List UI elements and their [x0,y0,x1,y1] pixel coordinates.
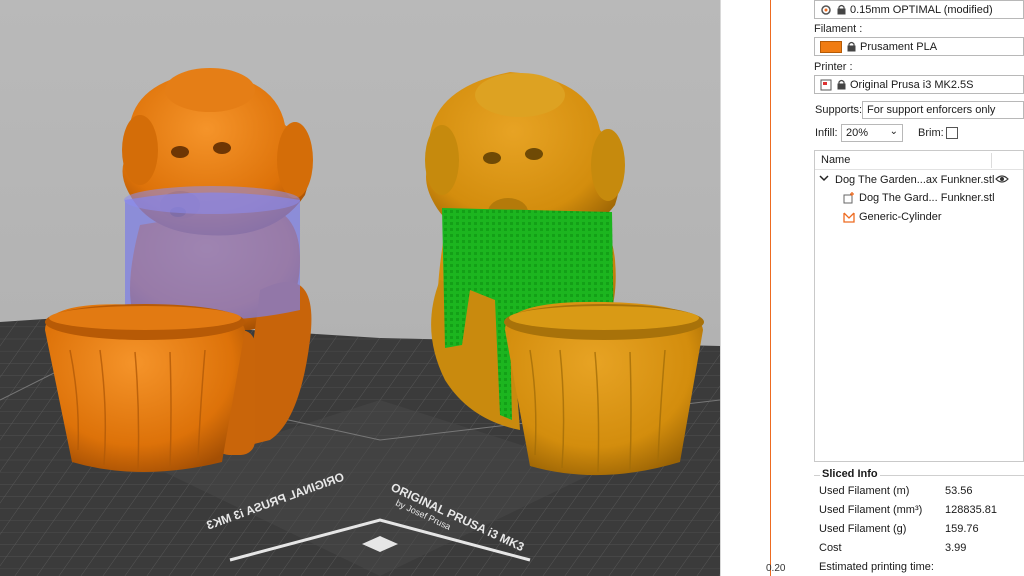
3d-viewport[interactable]: ORIGINAL PRUSA i3 MK3 by Josef Prusa ORI… [0,0,720,576]
filament-value: Prusament PLA [860,40,938,53]
printer-combo[interactable]: Original Prusa i3 MK2.5S [814,75,1024,94]
info-label: Used Filament (mm³) [819,504,923,516]
gear-icon [820,4,832,16]
infill-label: Infill: [815,127,838,139]
supports-label: Supports: [815,104,863,116]
object-list[interactable]: Name Dog The Garden...ax Funkner.stl Dog… [814,150,1024,462]
print-settings-value: 0.15mm OPTIMAL (modified) [850,3,993,16]
info-value: 159.76 [945,523,979,535]
info-value: 3.99 [945,542,967,554]
sliced-info-panel: Sliced Info Used Filament (m) 53.56 Used… [814,466,1024,576]
brim-checkbox[interactable] [946,127,958,139]
chevron-down-icon: ⌄ [889,126,898,137]
part-row[interactable]: Dog The Gard... Funkner.stl [843,192,995,204]
infill-select[interactable]: 20% ⌄ [841,124,903,142]
object-row[interactable]: Dog The Garden...ax Funkner.stl [819,173,994,186]
layer-slider-rail[interactable] [770,0,771,576]
name-column-header[interactable]: Name [821,154,850,166]
filament-label: Filament : [814,23,863,35]
part-name: Dog The Gard... Funkner.stl [859,192,995,204]
printer-value: Original Prusa i3 MK2.5S [850,78,974,91]
modifier-row[interactable]: Generic-Cylinder [843,211,942,223]
sidebar: 0.15mm OPTIMAL (modified) Filament : Pru… [810,0,1024,576]
object-name: Dog The Garden...ax Funkner.stl [835,173,995,186]
info-label: Estimated printing time: [819,561,934,573]
lock-icon [837,4,846,15]
info-value: 53.56 [945,485,973,497]
support-enforcer-icon [843,211,855,223]
info-label: Used Filament (g) [819,523,907,535]
lock-icon [847,41,856,52]
filament-combo[interactable]: Prusament PLA [814,37,1024,56]
print-settings-combo[interactable]: 0.15mm OPTIMAL (modified) [814,0,1024,19]
info-label: Cost [819,542,842,554]
info-label: Used Filament (m) [819,485,910,497]
sliced-info-title: Sliced Info [820,468,880,480]
filament-color-swatch[interactable] [820,40,842,53]
infill-value: 20% [846,127,869,139]
lock-icon [837,79,846,90]
supports-select[interactable]: For support enforcers only [862,101,1024,119]
printer-label: Printer : [814,61,853,73]
layer-height-value: 0.20 [766,563,786,574]
printer-icon [820,79,832,91]
object-list-header: Name [815,151,1023,170]
chevron-down-icon[interactable] [819,173,831,186]
brim-label: Brim: [918,127,944,139]
modifier-name: Generic-Cylinder [859,211,942,223]
info-value: 128835.81 [945,504,997,516]
model-dog-left[interactable] [45,68,313,472]
scene-canvas[interactable]: ORIGINAL PRUSA i3 MK3 by Josef Prusa ORI… [0,0,720,576]
part-icon [843,192,855,204]
layer-slider[interactable] [720,0,810,576]
eye-icon[interactable] [995,174,1009,187]
